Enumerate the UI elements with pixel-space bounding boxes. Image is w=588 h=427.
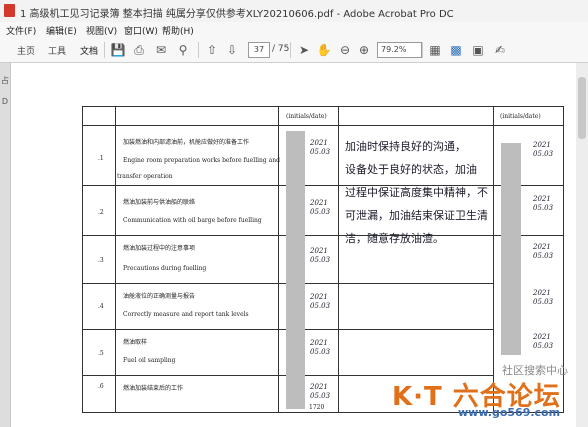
pdf-app-icon	[4, 4, 15, 17]
table-rule	[83, 125, 563, 126]
handwritten-date: 2021 05.03	[310, 293, 331, 310]
handwritten-date: 2021 05.03	[310, 383, 331, 400]
search-icon[interactable]: ⚲	[175, 42, 191, 58]
menu-file[interactable]: 文件(F)	[6, 24, 36, 37]
table-rule	[83, 235, 563, 236]
task-en: Communication with oil barge before fuel…	[123, 217, 262, 224]
row-number: .1	[98, 155, 104, 162]
task-en: transfer operation	[117, 173, 173, 180]
row-number: .6	[98, 383, 104, 390]
toolbar-divider	[290, 42, 291, 58]
print-icon[interactable]: ⎙	[131, 42, 147, 58]
redacted-initials-right	[501, 143, 521, 355]
vertical-scrollbar[interactable]	[576, 63, 588, 427]
menu-window[interactable]: 窗口(W)	[124, 24, 158, 37]
task-zh: 加装燃油和内部滤油前，机舱应做好的准备工作	[123, 139, 250, 146]
left-panel-tab[interactable]: D	[0, 97, 10, 106]
row-number: .3	[98, 257, 104, 264]
redacted-initials	[286, 131, 305, 409]
row-number: .5	[98, 350, 104, 357]
handwritten-date: 2021 05.03	[310, 339, 331, 356]
task-zh: 燃油加装过程中的注意事项	[123, 245, 196, 252]
task-zh: 燃油取样	[123, 339, 148, 346]
handwritten-date-right: 2021 05.03	[533, 243, 554, 260]
column-header-initials: (initials/date)	[286, 113, 327, 120]
handwritten-date-right: 2021 05.03	[533, 141, 554, 158]
task-en: Precautions during fuelling	[123, 265, 207, 272]
handwritten-date-right: 2021 05.03	[533, 195, 554, 212]
toolbar: 主页 工具 文档 💾 ⎙ ✉ ⚲ ⇧ ⇩ 37 / 75 ➤ ✋ ⊖ ⊕ 79.…	[0, 38, 588, 63]
row-number: .2	[98, 209, 104, 216]
next-page-icon[interactable]: ⇩	[224, 42, 240, 58]
previous-page-icon[interactable]: ⇧	[204, 42, 220, 58]
handwritten-date: 2021 05.03	[310, 139, 331, 156]
task-zh: 油舱液位的正确测量与报告	[123, 293, 196, 300]
page-number-input[interactable]: 37	[248, 42, 270, 58]
handwritten-remark-line: 可泄漏，加油结束保证卫生清	[345, 209, 488, 222]
column-header-initials-right: (initials/date)	[500, 113, 541, 120]
comment-icon[interactable]: ✍	[492, 42, 508, 58]
task-en: Engine room preparation works before fue…	[123, 157, 280, 164]
table-rule	[278, 107, 279, 412]
handwritten-remark-line: 加油时保持良好的沟通，	[345, 140, 466, 153]
menu-edit[interactable]: 编辑(E)	[46, 24, 77, 37]
task-zh: 燃油加装结束后的工作	[123, 385, 184, 392]
task-zh: 燃油加装前与供油船的联络	[123, 199, 196, 206]
table-rule	[115, 107, 116, 412]
handwritten-remark-line: 洁，随意存放油渣。	[345, 232, 444, 245]
page-total: / 75	[272, 44, 290, 54]
tab-home[interactable]: 主页	[17, 44, 35, 57]
table-rule	[83, 185, 563, 186]
window-title: 1 高级机工见习记录簿 整本扫描 纯属分享仅供参考XLY20210606.pdf…	[20, 9, 454, 20]
zoom-out-icon[interactable]: ⊖	[337, 42, 353, 58]
left-navigation-panel[interactable]: 占 D	[0, 63, 11, 427]
handwritten-date: 2021 05.03	[310, 199, 331, 216]
save-icon[interactable]: 💾	[110, 42, 126, 58]
site-watermark: 社区搜索中心 K·T 六合论坛 www.go569.com	[392, 362, 582, 422]
task-en: Correctly measure and report tank levels	[123, 311, 249, 318]
hand-tool-icon[interactable]: ✋	[316, 42, 332, 58]
page-number-footer: 1720	[309, 404, 325, 411]
title-bar: 1 高级机工见习记录簿 整本扫描 纯属分享仅供参考XLY20210606.pdf…	[0, 0, 588, 23]
menu-help[interactable]: 帮助(H)	[162, 24, 194, 37]
email-icon[interactable]: ✉	[153, 42, 169, 58]
handwritten-date-right: 2021 05.03	[533, 289, 554, 306]
fit-page-icon[interactable]: ▦	[427, 42, 443, 58]
table-rule	[338, 107, 339, 412]
watermark-url: www.go569.com	[458, 406, 561, 419]
menu-view[interactable]: 视图(V)	[86, 24, 117, 37]
toolbar-divider	[422, 42, 423, 58]
task-en: Fuel oil sampling	[123, 357, 176, 364]
scrollbar-thumb[interactable]	[578, 77, 586, 139]
scroll-mode-icon[interactable]: ▩	[448, 42, 464, 58]
toolbar-divider	[104, 42, 105, 58]
handwritten-date: 2021 05.03	[310, 247, 331, 264]
row-number: .4	[98, 303, 104, 310]
select-cursor-icon[interactable]: ➤	[296, 42, 312, 58]
left-panel-tab[interactable]: 占	[0, 75, 10, 86]
zoom-in-icon[interactable]: ⊕	[356, 42, 372, 58]
tab-tools[interactable]: 工具	[48, 44, 66, 57]
handwritten-remark-line: 设备处于良好的状态，加油	[345, 163, 477, 176]
handwritten-remark-line: 过程中保证高度集中精神，不	[345, 186, 488, 199]
handwritten-date-right: 2021 05.03	[533, 333, 554, 350]
zoom-level-select[interactable]: 79.2%	[377, 42, 422, 58]
menu-bar: 文件(F) 编辑(E) 视图(V) 窗口(W) 帮助(H)	[0, 22, 588, 38]
tab-document[interactable]: 文档	[80, 44, 98, 57]
toolbar-divider	[198, 42, 199, 58]
full-screen-icon[interactable]: ▣	[470, 42, 486, 58]
